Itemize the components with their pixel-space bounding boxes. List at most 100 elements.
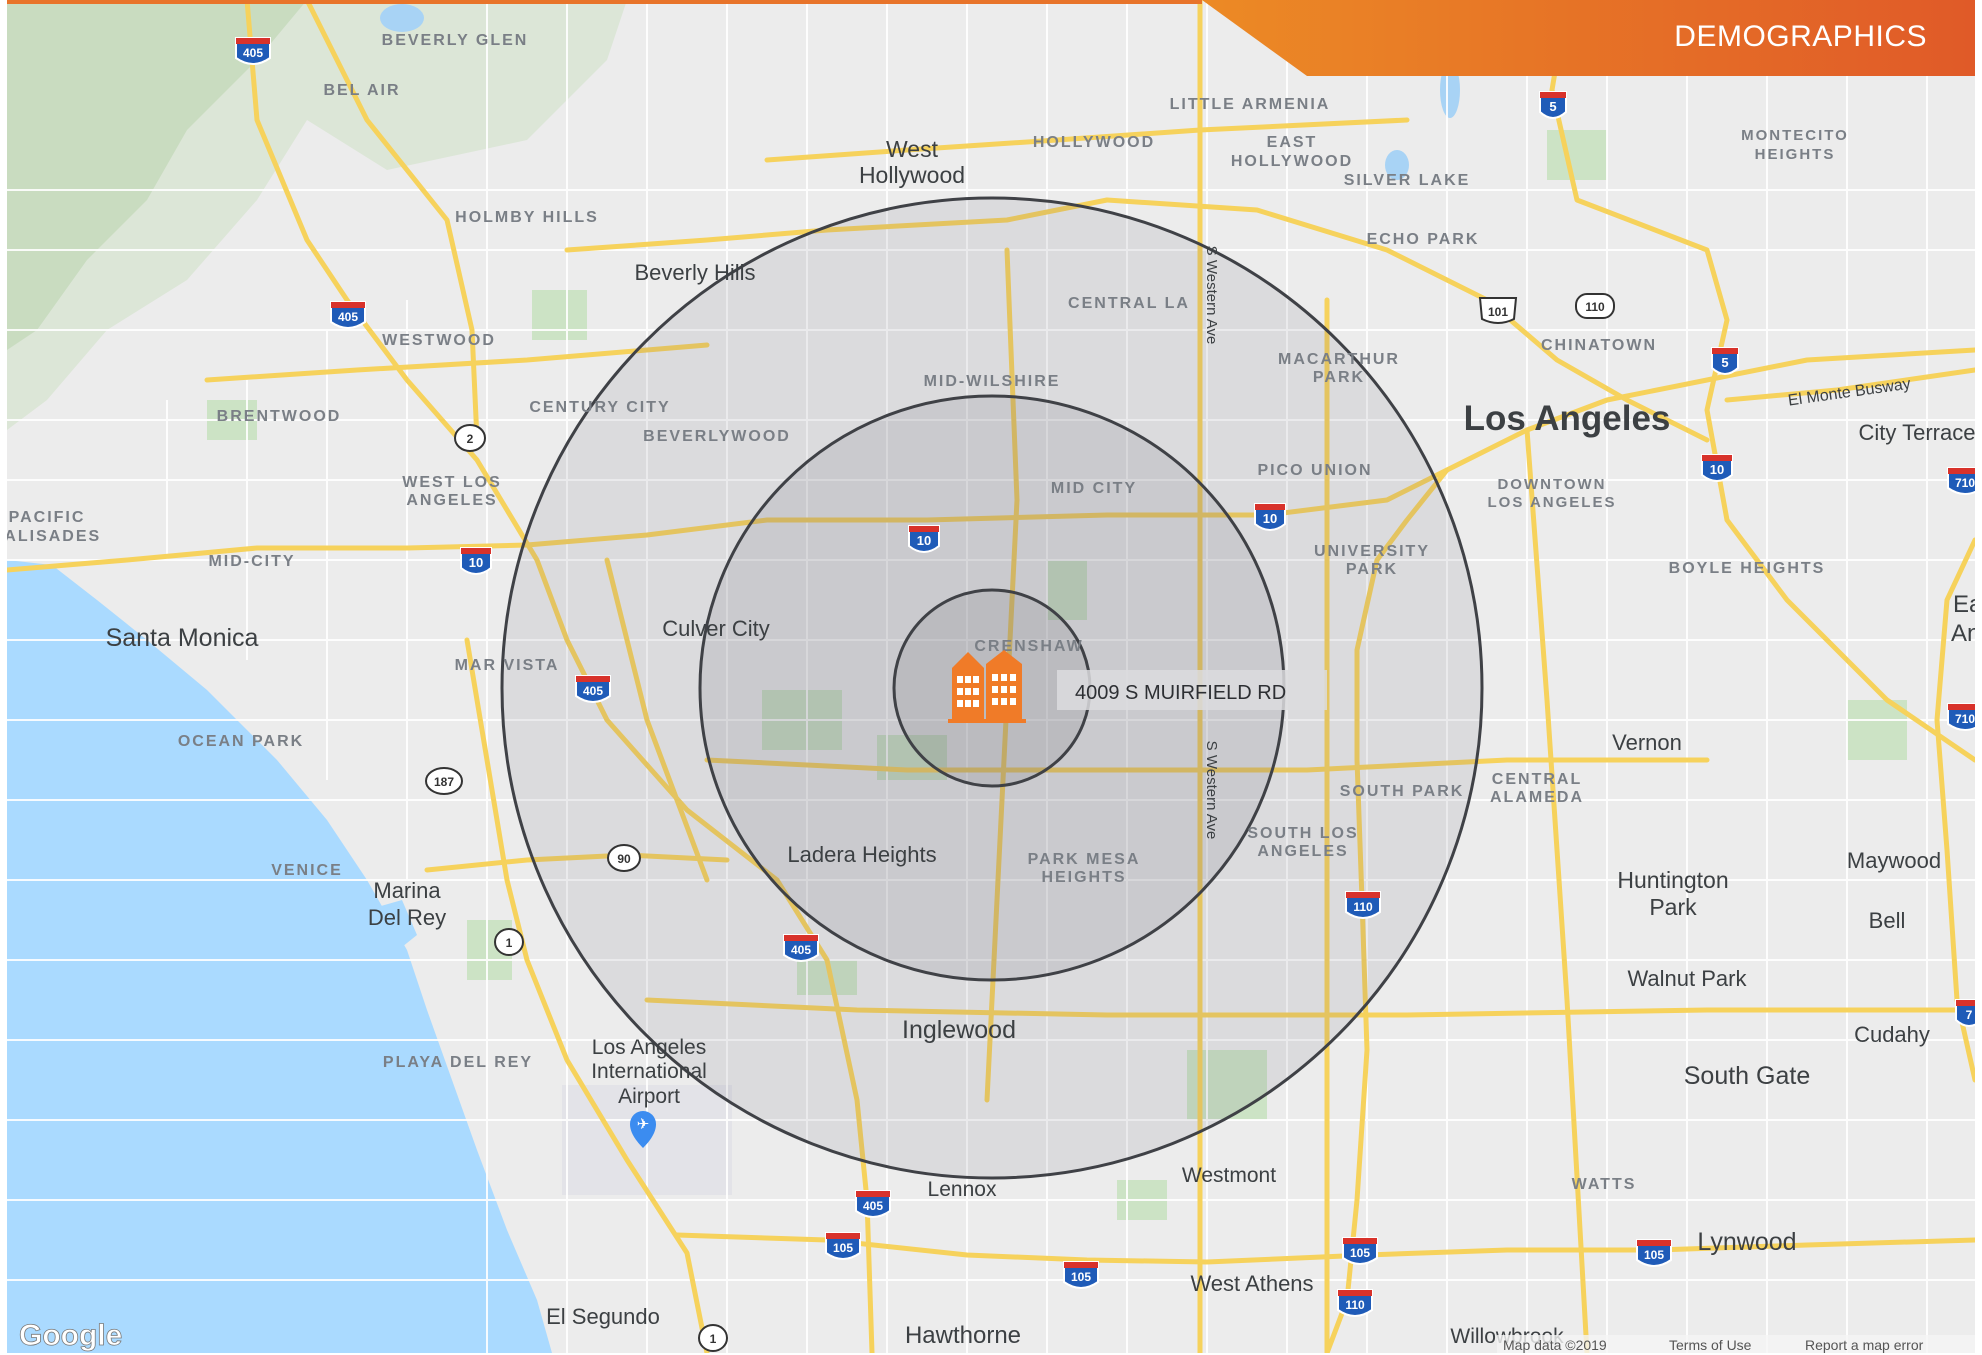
state-route-shield: 90 — [607, 844, 641, 872]
neighborhood-label: HEIGHTS — [1041, 869, 1126, 886]
neighborhood-label: ANGELES — [406, 492, 497, 509]
svg-text:90: 90 — [617, 852, 631, 866]
interstate-shield: 405 — [235, 37, 271, 65]
state-route-shield: 110 — [1575, 293, 1615, 319]
city-label: Hawthorne — [905, 1322, 1021, 1349]
svg-text:7: 7 — [1966, 1008, 1973, 1022]
state-route-shield: 187 — [425, 767, 463, 795]
city-label: Huntington — [1617, 867, 1728, 893]
city-label: West Athens — [1190, 1271, 1313, 1296]
city-label: Park — [1649, 894, 1697, 920]
neighborhood-label: HOLMBY HILLS — [455, 209, 599, 226]
city-label: El Segundo — [546, 1304, 660, 1329]
neighborhood-label: PARK — [1313, 369, 1365, 386]
city-label: City Terrace — [1859, 420, 1975, 445]
neighborhood-label: MID CITY — [1051, 480, 1137, 497]
svg-text:105: 105 — [1350, 1246, 1370, 1260]
interstate-shield: 405 — [575, 675, 611, 703]
state-route-shield: 2 — [454, 424, 486, 452]
street-label: S Western Ave — [1203, 246, 1220, 345]
city-label: An — [1951, 620, 1975, 647]
interstate-shield: 405 — [330, 301, 366, 329]
header-title: DEMOGRAPHICS — [1674, 20, 1927, 53]
interstate-shield: 405 — [855, 1190, 891, 1218]
city-label: West — [886, 136, 939, 162]
city-label: Del Rey — [368, 905, 446, 930]
svg-text:405: 405 — [583, 684, 603, 698]
city-label: Westmont — [1182, 1164, 1276, 1187]
neighborhood-label: BEL AIR — [323, 82, 400, 99]
svg-text:405: 405 — [243, 46, 263, 60]
city-label: Hollywood — [859, 162, 965, 188]
neighborhood-label: VENICE — [271, 862, 343, 879]
header-banner — [7, 0, 1202, 4]
state-route-shield: 1 — [494, 928, 524, 956]
svg-text:2: 2 — [467, 432, 474, 446]
svg-text:101: 101 — [1488, 305, 1508, 319]
city-label: Los Angeles — [592, 1036, 706, 1059]
interstate-shield: 405 — [783, 934, 819, 962]
city-label: Inglewood — [902, 1016, 1016, 1044]
address-label: 4009 S MUIRFIELD RD — [1075, 682, 1286, 704]
city-label: Walnut Park — [1627, 966, 1747, 991]
svg-text:405: 405 — [791, 943, 811, 957]
neighborhood-label: PARK — [1346, 561, 1398, 578]
city-label: Airport — [618, 1085, 680, 1108]
google-logo: Google — [19, 1319, 122, 1352]
city-label: International — [591, 1060, 707, 1083]
interstate-shield: 105 — [1342, 1237, 1378, 1265]
neighborhood-label: LITTLE ARMENIA — [1170, 96, 1331, 113]
neighborhood-label: HOLLYWOOD — [1231, 153, 1353, 170]
neighborhood-label: CHINATOWN — [1541, 337, 1657, 354]
svg-text:10: 10 — [917, 533, 931, 548]
demographics-map-page: 405 405 405 405 405 10 10 10 10 5 5 101 … — [0, 0, 1982, 1355]
svg-text:105: 105 — [833, 1241, 853, 1255]
neighborhood-label: LOS ANGELES — [1488, 494, 1617, 511]
interstate-shield: 10 — [1254, 503, 1286, 531]
neighborhood-label: PALISADES — [7, 528, 101, 545]
svg-text:105: 105 — [1644, 1248, 1664, 1262]
neighborhood-label: MAR VISTA — [455, 657, 560, 674]
neighborhood-label: MACARTHUR — [1278, 351, 1400, 368]
svg-text:110: 110 — [1353, 900, 1373, 914]
neighborhood-label: BRENTWOOD — [217, 408, 342, 425]
neighborhood-label: PACIFIC — [9, 509, 86, 526]
svg-text:10: 10 — [469, 555, 483, 570]
svg-text:✈: ✈ — [637, 1115, 650, 1133]
neighborhood-label: BOYLE HEIGHTS — [1669, 560, 1826, 577]
neighborhood-label: MID-WILSHIRE — [924, 373, 1061, 390]
neighborhood-label: CRENSHAW — [974, 638, 1083, 655]
interstate-shield: 10 — [460, 547, 492, 575]
city-label: Lennox — [928, 1178, 997, 1201]
city-label: Beverly Hills — [634, 260, 755, 285]
interstate-shield: 710 — [1947, 703, 1975, 731]
interstate-shield: 7 — [1955, 999, 1975, 1027]
map-canvas[interactable]: 405 405 405 405 405 10 10 10 10 5 5 101 … — [7, 0, 1975, 1353]
neighborhood-label: BEVERLY GLEN — [382, 32, 529, 49]
city-label: Lynwood — [1697, 1228, 1796, 1256]
interstate-shield: 105 — [1636, 1239, 1672, 1267]
interstate-shield: 10 — [1701, 454, 1733, 482]
state-route-shield: 1 — [698, 1324, 728, 1352]
terms-link[interactable]: Terms of Use — [1669, 1337, 1752, 1353]
neighborhood-label: MONTECITO — [1741, 127, 1849, 144]
svg-text:710: 710 — [1955, 476, 1975, 490]
neighborhood-label: SOUTH LOS — [1247, 825, 1358, 842]
city-label: Culver City — [662, 616, 770, 641]
svg-text:710: 710 — [1955, 712, 1975, 726]
svg-text:105: 105 — [1071, 1270, 1091, 1284]
interstate-shield: 10 — [908, 525, 940, 553]
city-label: Vernon — [1612, 730, 1682, 755]
map-view[interactable]: 405 405 405 405 405 10 10 10 10 5 5 101 … — [7, 0, 1975, 1353]
city-label: Maywood — [1847, 848, 1941, 873]
neighborhood-label: UNIVERSITY — [1314, 543, 1430, 560]
svg-text:10: 10 — [1710, 462, 1724, 477]
city-label: South Gate — [1684, 1062, 1810, 1090]
reservoir — [380, 4, 424, 32]
svg-text:1: 1 — [506, 936, 513, 950]
neighborhood-label: EAST — [1267, 134, 1318, 151]
city-label: Eas — [1953, 591, 1975, 618]
street-label: S Western Ave — [1203, 741, 1220, 840]
neighborhood-label: SILVER LAKE — [1344, 172, 1471, 189]
report-error-link[interactable]: Report a map error — [1805, 1337, 1924, 1353]
